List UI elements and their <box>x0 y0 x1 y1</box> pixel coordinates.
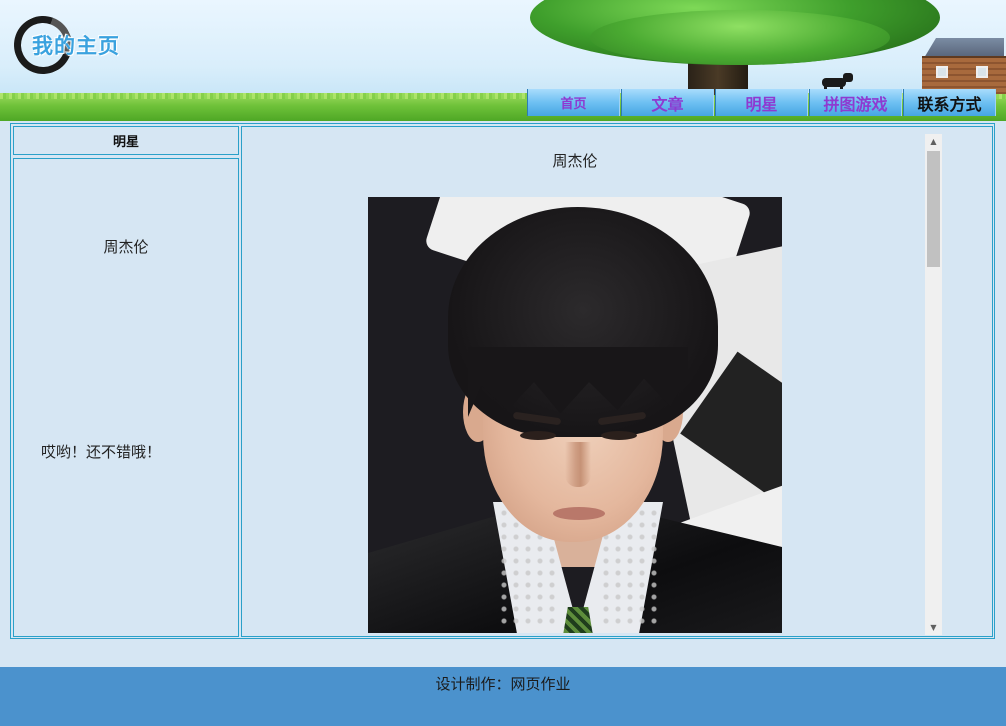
sidebar-heading: 明星 <box>13 126 239 155</box>
footer-credit: 设计制作：网页作业 <box>435 675 571 693</box>
site-logo[interactable]: 我的主页 <box>4 6 182 84</box>
scroll-up-arrow-icon[interactable]: ▲ <box>925 134 942 149</box>
tree-illustration <box>530 0 940 95</box>
content-scrollbar[interactable]: ▲ ▼ <box>925 134 942 635</box>
header-banner: 我的主页 首页 文章 明星 拼图游戏 联系方式 <box>0 0 1006 121</box>
nav-item-home[interactable]: 首页 <box>527 89 620 116</box>
content-title: 周杰伦 <box>552 152 598 170</box>
tree-canopy-highlight <box>590 10 890 65</box>
main-nav: 首页 文章 明星 拼图游戏 联系方式 <box>527 89 997 116</box>
sidebar-star-name[interactable]: 周杰伦 <box>14 236 238 257</box>
content-panel: 周杰伦 ▲ ▼ <box>241 126 993 637</box>
footer: 设计制作：网页作业 <box>0 667 1006 726</box>
nav-item-stars[interactable]: 明星 <box>715 89 808 116</box>
house-illustration <box>918 38 1006 94</box>
star-portrait-image <box>368 197 782 633</box>
main-frame: 明星 周杰伦 哎哟！还不错哦！ 周杰伦 ▲ ▼ <box>10 123 995 639</box>
nav-item-articles[interactable]: 文章 <box>621 89 714 116</box>
sidebar-panel: 周杰伦 哎哟！还不错哦！ <box>13 158 239 637</box>
scroll-down-arrow-icon[interactable]: ▼ <box>925 620 942 635</box>
logo-text: 我的主页 <box>32 34 120 58</box>
scroll-thumb[interactable] <box>927 151 940 267</box>
nav-item-puzzle-game[interactable]: 拼图游戏 <box>809 89 902 116</box>
nav-item-contact[interactable]: 联系方式 <box>903 89 996 116</box>
sidebar-comment: 哎哟！还不错哦！ <box>41 443 162 461</box>
